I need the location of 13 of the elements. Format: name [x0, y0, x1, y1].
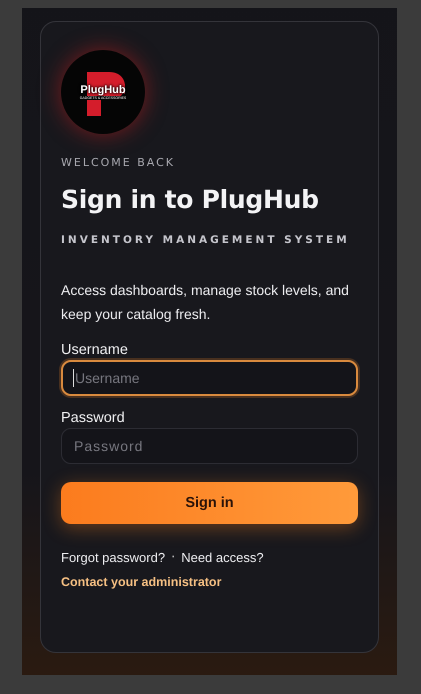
separator-dot: · [171, 550, 176, 565]
page-title: Sign in to PlugHub [61, 185, 319, 214]
need-access-link[interactable]: Need access? [181, 550, 264, 565]
description-text: Access dashboards, manage stock levels, and keep your catalog fresh. [61, 281, 350, 324]
field-label: Username [61, 342, 129, 358]
contact-link[interactable]: Contact your administrator [61, 575, 222, 589]
subtitle-text: INVENTORY MANAGEMENT SYSTEM [61, 234, 350, 246]
eyebrow-text: WELCOME BACK [61, 156, 176, 169]
password-field[interactable]: Password [61, 428, 358, 464]
field-label: Password [61, 410, 126, 426]
sign-in-button[interactable]: Sign in [61, 482, 358, 524]
username-field[interactable]: Username [61, 360, 358, 396]
forgot-password-link[interactable]: Forgot password? [61, 550, 166, 565]
